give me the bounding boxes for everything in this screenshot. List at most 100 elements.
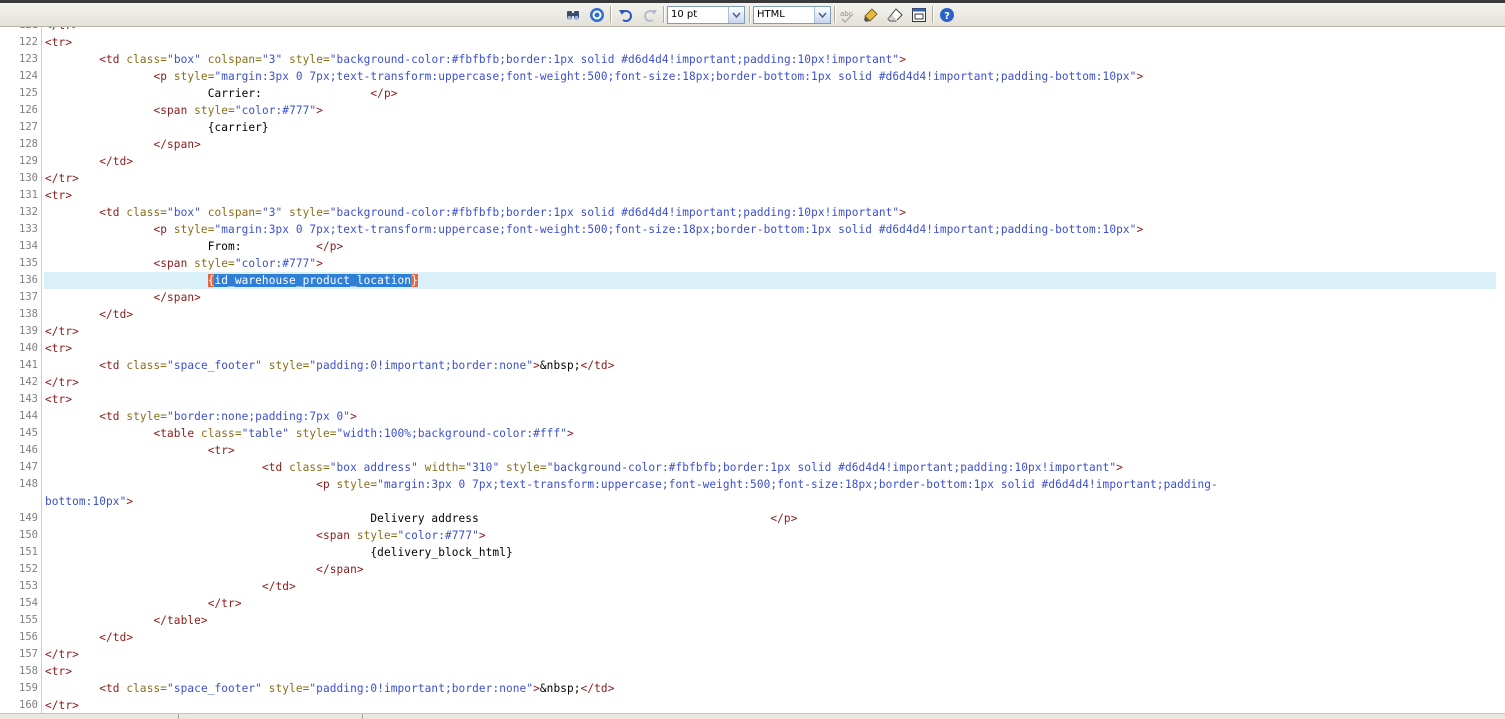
line-code: </span> (45, 561, 364, 578)
code-line[interactable]: 131 <tr> (0, 187, 1505, 204)
line-number: 126 (19, 104, 38, 116)
code-token: "padding:0!important;border:none" (309, 682, 534, 695)
eraser-icon[interactable] (885, 5, 905, 24)
line-number: 153 (19, 580, 38, 592)
code-line[interactable]: 142 </tr> (0, 374, 1505, 391)
line-code: <p style="margin:3px 0 7px;text-transfor… (45, 68, 1143, 85)
redo-icon[interactable] (640, 5, 660, 24)
code-token: > (567, 427, 574, 440)
code-token: </p> (316, 240, 344, 253)
code-token: style= (499, 461, 547, 474)
code-editor[interactable]: 121</tr>122<tr>123 <td class="box" colsp… (0, 27, 1505, 713)
code-line[interactable]: 132 <td class="box" colspan="3" style="b… (0, 204, 1505, 221)
code-line[interactable]: 150 <span style="color:#777"> (0, 527, 1505, 544)
highlight-icon[interactable] (861, 5, 881, 24)
line-code: </tr> (45, 170, 79, 187)
code-line[interactable]: bottom:10px"> (0, 493, 1505, 510)
code-line[interactable]: 158 <tr> (0, 663, 1505, 680)
code-line[interactable]: 135 <span style="color:#777"> (0, 255, 1505, 272)
code-line[interactable]: 141 <td class="space_footer" style="padd… (0, 357, 1505, 374)
code-line[interactable]: 126 <span style="color:#777"> (0, 102, 1505, 119)
code-token: </tr> (45, 699, 79, 712)
line-code: <tr> (45, 442, 235, 459)
line-code: </tr> (45, 27, 79, 34)
undo-icon[interactable] (616, 5, 636, 24)
code-token: </p> (770, 512, 798, 525)
code-line[interactable]: 157 </tr> (0, 646, 1505, 663)
code-line[interactable]: 140 <tr> (0, 340, 1505, 357)
code-token: <td (99, 410, 127, 423)
code-line[interactable]: 136 {id_warehouse_product_location} (0, 272, 1505, 289)
line-code: </td> (45, 629, 133, 646)
code-token: style= (173, 70, 215, 83)
line-code: <tr> (45, 663, 72, 680)
code-line[interactable]: 151 {delivery_block_html} (0, 544, 1505, 561)
font-size-select[interactable]: 10 pt (667, 6, 745, 24)
code-token: </span> (153, 138, 201, 151)
spellcheck-icon[interactable]: abc (837, 5, 857, 24)
code-line[interactable]: 128 </span> (0, 136, 1505, 153)
code-line[interactable]: 153 </td> (0, 578, 1505, 595)
code-line[interactable]: 123 <td class="box" colspan="3" style="b… (0, 51, 1505, 68)
code-line[interactable]: 156 </td> (0, 629, 1505, 646)
code-line[interactable]: 134 From: </p> (0, 238, 1505, 255)
code-line[interactable]: 129 </td> (0, 153, 1505, 170)
code-line[interactable]: 125 Carrier: </p> (0, 85, 1505, 102)
code-line[interactable]: 133 <p style="margin:3px 0 7px;text-tran… (0, 221, 1505, 238)
code-line[interactable]: 130 </tr> (0, 170, 1505, 187)
code-line[interactable]: 159 <td class="space_footer" style="padd… (0, 680, 1505, 697)
code-line[interactable]: 154 </tr> (0, 595, 1505, 612)
goto-icon[interactable] (587, 5, 607, 24)
code-line[interactable]: 147 <td class="box address" width="310" … (0, 459, 1505, 476)
code-token: class= (200, 427, 242, 440)
code-line[interactable]: 137 </span> (0, 289, 1505, 306)
code-line[interactable]: 139 </tr> (0, 323, 1505, 340)
line-number: 135 (19, 257, 38, 269)
help-icon[interactable]: ? (937, 5, 957, 24)
code-token: "space_footer" (167, 359, 262, 372)
code-token: </span> (316, 563, 364, 576)
code-line[interactable]: 144 <td style="border:none;padding:7px 0… (0, 408, 1505, 425)
code-line[interactable]: 138 </td> (0, 306, 1505, 323)
horizontal-scrollbar[interactable] (0, 713, 1505, 719)
line-number: 156 (19, 631, 38, 643)
code-token: <span (316, 529, 357, 542)
find-icon[interactable] (563, 5, 583, 24)
line-number: 144 (19, 410, 38, 422)
code-line[interactable]: 155 </table> (0, 612, 1505, 629)
line-number: 133 (19, 223, 38, 235)
line-number: 149 (19, 512, 38, 524)
code-line[interactable]: 149 Delivery address </p> (0, 510, 1505, 527)
line-number: 121 (0, 27, 38, 34)
code-line[interactable]: 127 {carrier} (0, 119, 1505, 136)
code-token: Delivery address (370, 512, 771, 525)
code-line[interactable]: 152 </span> (0, 561, 1505, 578)
fullscreen-icon[interactable] (909, 5, 929, 24)
line-code: </tr> (45, 374, 79, 391)
code-token: <span (153, 104, 195, 117)
line-code: <span style="color:#777"> (45, 527, 486, 544)
line-number: 151 (19, 546, 38, 558)
code-line[interactable]: 146 <tr> (0, 442, 1505, 459)
code-token: style= (194, 104, 235, 117)
code-line[interactable]: 145 <table class="table" style="width:10… (0, 425, 1505, 442)
line-code: <tr> (45, 34, 72, 51)
code-line[interactable]: 124 <p style="margin:3px 0 7px;text-tran… (0, 68, 1505, 85)
code-token: bottom:10px" (45, 495, 127, 508)
code-line[interactable]: 122 <tr> (0, 34, 1505, 51)
code-token: style= (261, 359, 310, 372)
code-line[interactable]: 148 <p style="margin:3px 0 7px;text-tran… (0, 476, 1505, 493)
line-number: 157 (19, 648, 38, 660)
code-line[interactable]: 143 <tr> (0, 391, 1505, 408)
code-token: </tr> (45, 325, 79, 338)
code-line[interactable]: 160 </tr> (0, 697, 1505, 713)
line-code: From: </p> (45, 238, 343, 255)
code-line[interactable]: 121 </tr> (0, 27, 1505, 34)
syntax-select[interactable]: HTML (753, 6, 831, 24)
code-token: "margin:3px 0 7px;text-transform:upperca… (214, 223, 1137, 236)
selected-text: } (411, 274, 418, 287)
line-code: <p style="margin:3px 0 7px;text-transfor… (45, 476, 1218, 493)
line-code: <td class="space_footer" style="padding:… (45, 357, 615, 374)
code-token: Carrier: (207, 87, 371, 100)
line-code: </tr> (45, 697, 79, 713)
